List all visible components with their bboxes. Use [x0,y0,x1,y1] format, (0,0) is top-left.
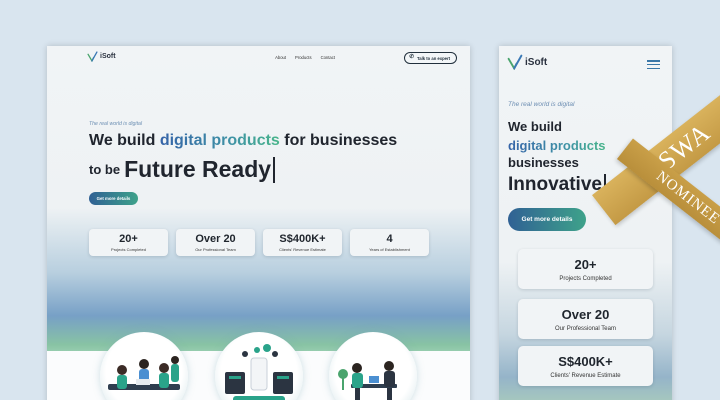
nav-link-contact[interactable]: Contact [321,55,335,60]
stat-card: 20+ Projects Completed [89,229,168,256]
stat-card: S$400K+ Clients' Revenue Estimate [518,346,653,386]
stat-card: 4 Years of Establishment [350,229,429,256]
stat-value: 20+ [119,233,138,245]
get-more-details-button-mobile[interactable]: Get more details [508,208,586,231]
stat-label: Our Professional Team [195,247,236,252]
phone-icon: ✆ [409,54,415,61]
mobile-preview: iSoft The real world is digital We build… [499,46,672,400]
stat-label: Clients' Revenue Estimate [279,247,326,252]
text-cursor [273,156,276,183]
stat-value: Over 20 [561,306,610,322]
brand-logo[interactable]: iSoft [87,51,116,62]
heading-text: We build [89,132,160,149]
isoft-logo-icon [87,51,98,62]
heading-accent: digital products [159,132,280,149]
brand-name: iSoft [525,56,548,68]
hero-heading-line1: We build digital products for businesses [89,132,397,150]
heading-text-end: for businesses [279,132,398,149]
stat-value: S$400K+ [279,233,326,245]
stat-label: Projects Completed [559,275,612,282]
isoft-logo-icon [507,54,523,70]
hero-heading-line2: to be Future Ready [89,156,276,183]
hamburger-menu-icon[interactable] [647,60,660,69]
stat-label: Our Professional Team [555,325,616,332]
desktop-preview: iSoft About Products Contact ✆ Talk to a… [47,46,470,400]
mobile-heading-accent: digital products [508,138,606,153]
stat-label: Projects Completed [111,247,146,252]
talk-to-expert-button[interactable]: ✆ Talk to an expert [404,52,457,64]
nav-link-products[interactable]: Products [295,55,312,60]
stat-label: Years of Establishment [369,247,410,252]
stat-value: S$400K+ [558,353,613,369]
mobile-heading-line3: businesses [508,155,579,170]
brand-name: iSoft [100,53,116,60]
mobile-heading-line1: We build [508,119,562,134]
stat-label: Clients' Revenue Estimate [550,372,621,379]
typed-word: Future Ready [124,156,272,182]
talk-to-expert-label: Talk to an expert [417,55,450,61]
stat-card: Over 20 Our Professional Team [518,299,653,339]
stat-value: Over 20 [195,233,236,245]
nav-links: About Products Contact [275,55,335,60]
typed-word-mobile: Innovative [508,174,602,195]
nav-link-about[interactable]: About [275,55,286,60]
stat-card: Over 20 Our Professional Team [176,229,255,256]
team-illustration [100,332,188,400]
stat-card: S$400K+ Clients' Revenue Estimate [263,229,342,256]
stat-value: 20+ [574,256,597,272]
desktop-navbar: iSoft About Products Contact ✆ Talk to a… [47,46,470,72]
brand-logo-mobile[interactable]: iSoft [507,54,547,70]
analytics-illustration [215,332,303,400]
hero-tagline-mobile: The real world is digital [508,101,575,108]
meeting-illustration [329,332,417,400]
stat-card: 20+ Projects Completed [518,249,653,289]
get-more-details-button[interactable]: Get more details [89,192,138,205]
heading-prefix: to be [89,162,121,177]
hero-tagline: The real world is digital [89,121,143,127]
stat-value: 4 [386,233,393,245]
mobile-heading-line4: Innovative [508,174,606,196]
